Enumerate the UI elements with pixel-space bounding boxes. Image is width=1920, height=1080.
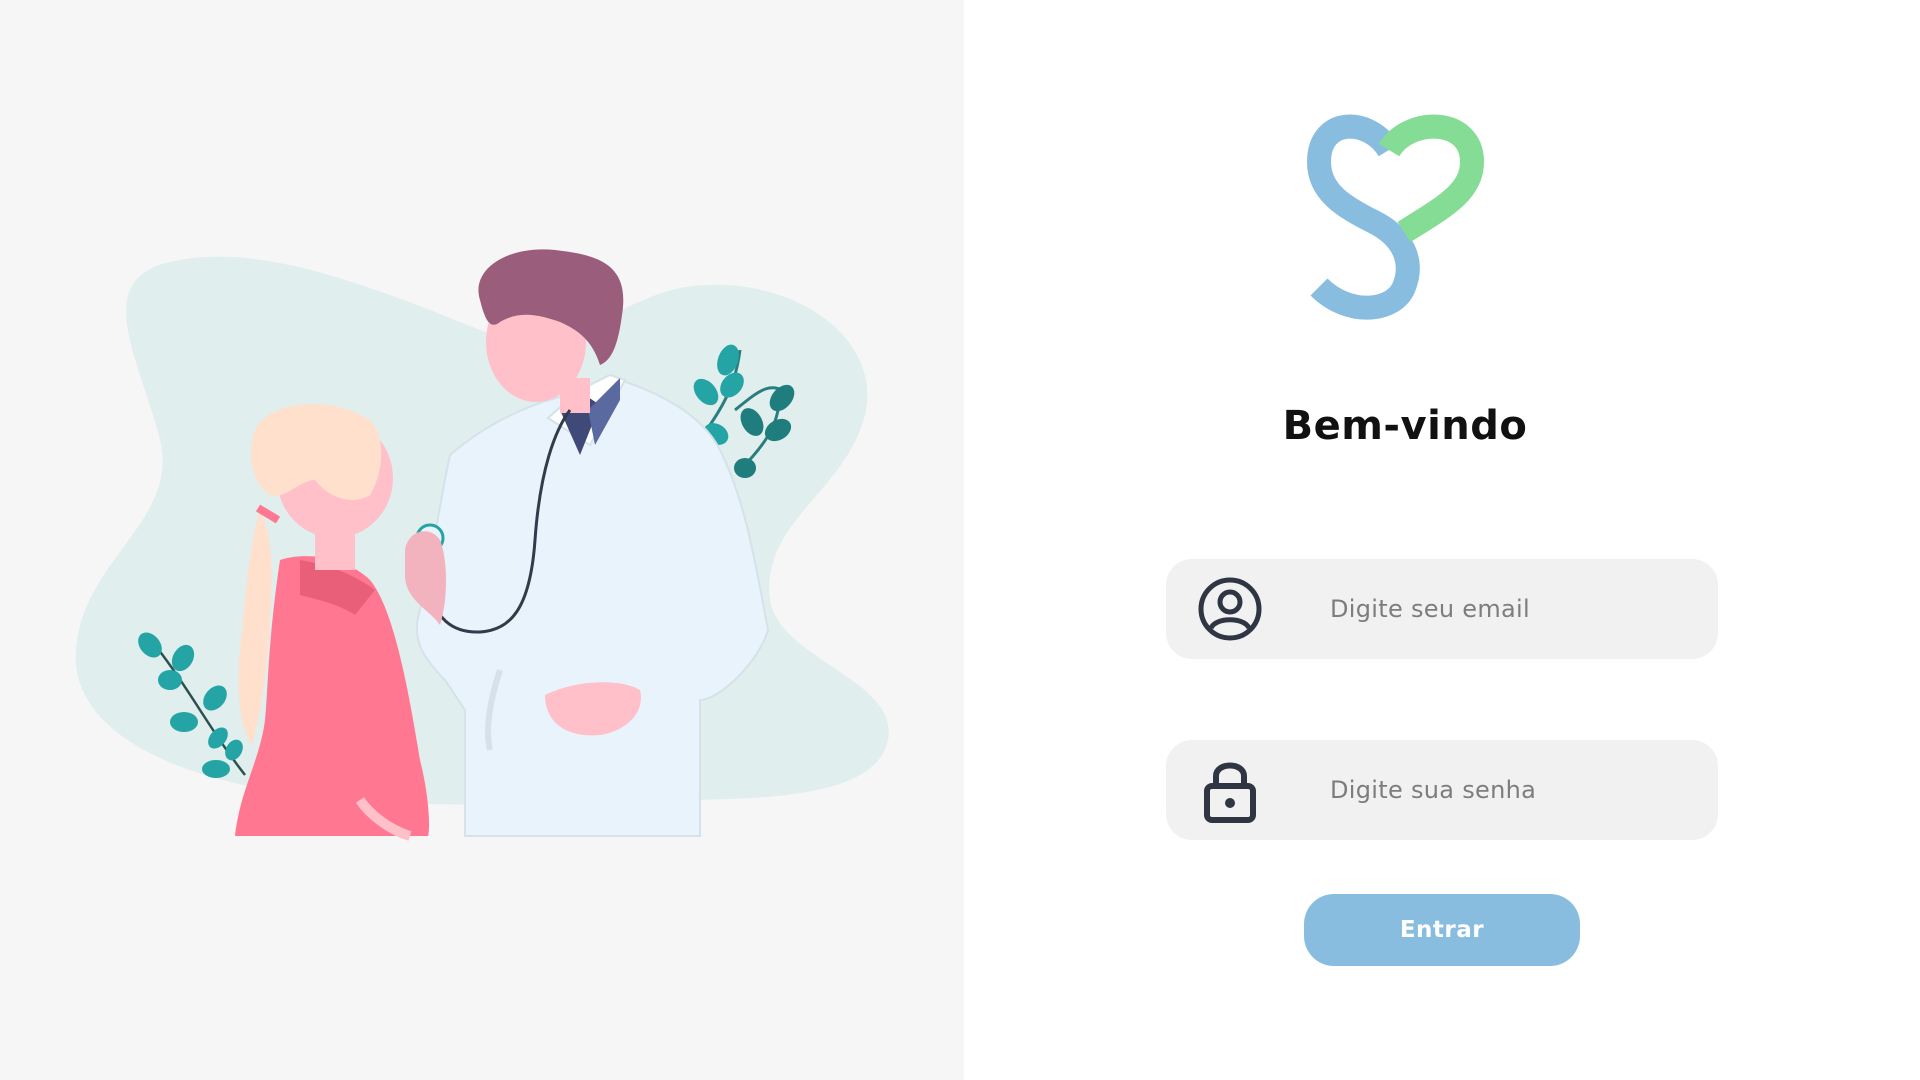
login-panel: Bem-vindo Entrar [964, 0, 1920, 1080]
email-field[interactable] [1166, 559, 1718, 659]
lock-icon [1204, 762, 1256, 823]
login-button[interactable]: Entrar [1304, 894, 1580, 966]
illustration-panel [0, 0, 964, 1080]
welcome-title: Bem-vindo [1282, 403, 1528, 449]
heart-s-logo [1306, 114, 1485, 320]
email-input[interactable] [1286, 559, 1696, 659]
login-page: Bem-vindo Entrar [0, 0, 1920, 1080]
password-input[interactable] [1286, 740, 1696, 840]
user-circle-icon [1198, 577, 1262, 641]
doctor-patient-illustration [75, 249, 889, 841]
password-field[interactable] [1166, 740, 1718, 840]
